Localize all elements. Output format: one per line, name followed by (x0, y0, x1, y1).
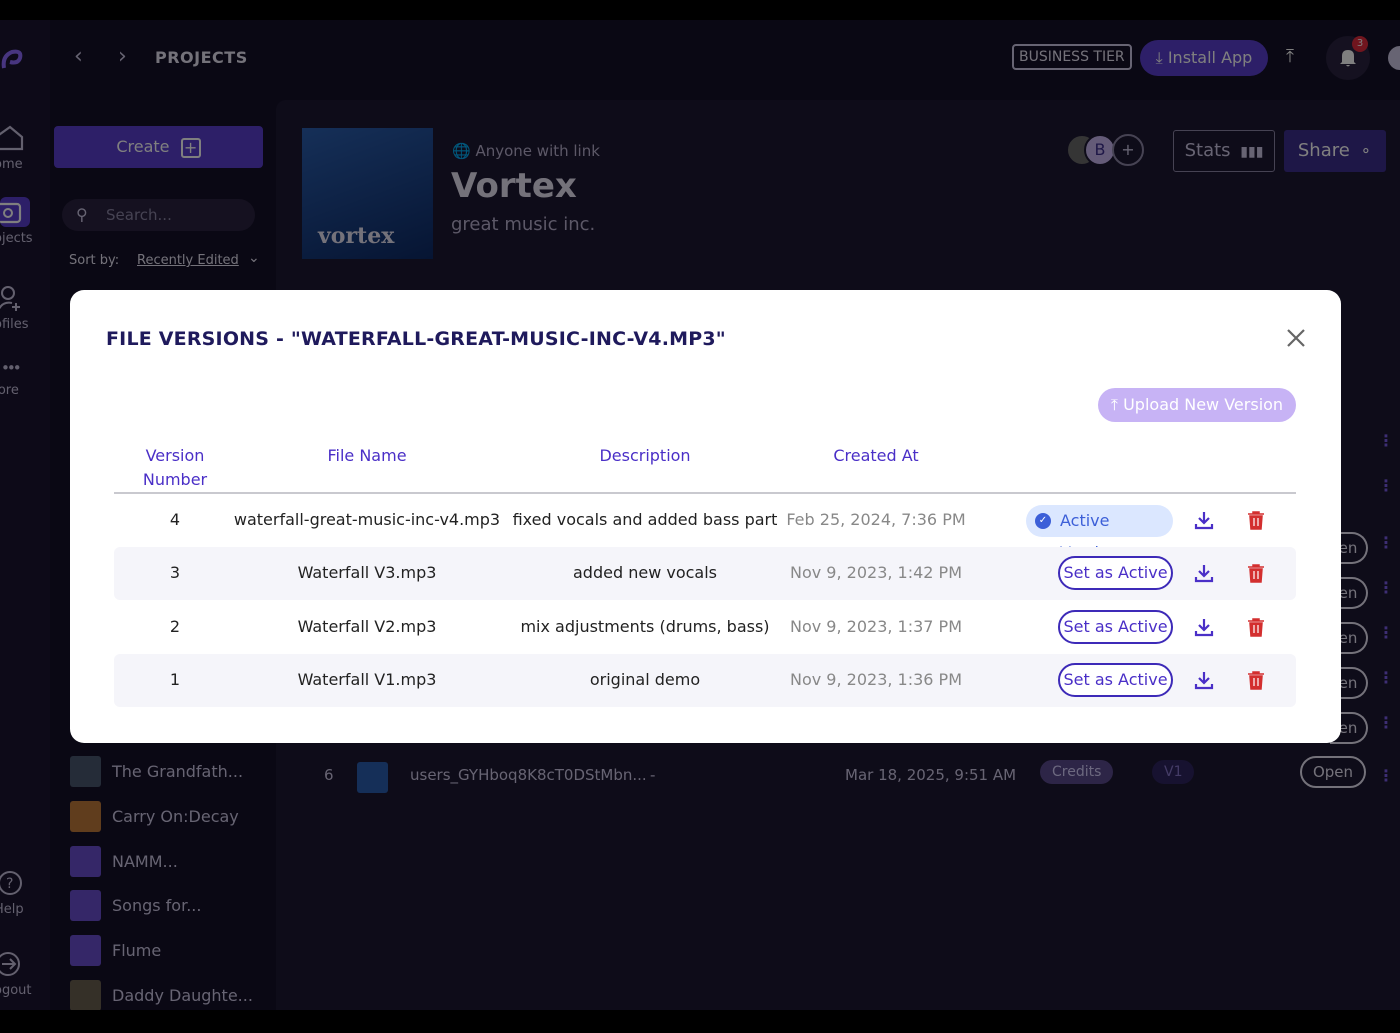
file-name: Waterfall V1.mp3 (297, 670, 437, 689)
column-header-created-at: Created At (833, 446, 919, 465)
header-text: Version (145, 446, 205, 465)
created-at: Nov 9, 2023, 1:42 PM (789, 563, 963, 582)
set-as-active-button[interactable]: Set as Active (1058, 610, 1173, 644)
version-number: 2 (169, 617, 181, 636)
download-icon[interactable] (1194, 563, 1214, 583)
set-as-active-button[interactable]: Set as Active (1058, 663, 1173, 697)
trash-icon[interactable] (1247, 617, 1265, 637)
table-row: 2 Waterfall V2.mp3 mix adjustments (drum… (114, 601, 1296, 654)
upload-new-version-button[interactable]: ⤒ Upload New Version (1098, 388, 1296, 422)
file-name: Waterfall V3.mp3 (297, 563, 437, 582)
trash-icon[interactable] (1247, 510, 1265, 530)
created-at: Feb 25, 2024, 7:36 PM (786, 510, 966, 529)
download-icon[interactable] (1194, 617, 1214, 637)
file-name: Waterfall V2.mp3 (297, 617, 437, 636)
file-name: waterfall-great-music-inc-v4.mp3 (233, 510, 501, 529)
modal-title: FILE VERSIONS - "WATERFALL-GREAT-MUSIC-I… (106, 328, 726, 350)
trash-icon[interactable] (1247, 670, 1265, 690)
trash-icon[interactable] (1247, 563, 1265, 583)
column-header-description: Description (599, 446, 691, 465)
column-header-version: Version Number (114, 444, 236, 492)
header-text: Number (142, 470, 208, 489)
active-version-badge: ✓ Active Version (1026, 505, 1173, 562)
table-row: 4 waterfall-great-music-inc-v4.mp3 fixed… (114, 494, 1296, 562)
table-row: 1 Waterfall V1.mp3 original demo Nov 9, … (114, 654, 1296, 707)
check-circle-icon: ✓ (1035, 513, 1051, 529)
file-description: fixed vocals and added bass part (512, 510, 778, 529)
upload-new-version-label: Upload New Version (1123, 395, 1284, 414)
file-versions-modal: FILE VERSIONS - "WATERFALL-GREAT-MUSIC-I… (70, 290, 1341, 743)
version-number: 1 (169, 670, 181, 689)
file-description: added new vocals (573, 563, 717, 582)
download-icon[interactable] (1194, 670, 1214, 690)
created-at: Nov 9, 2023, 1:36 PM (789, 670, 963, 689)
column-header-file-name: File Name (327, 446, 407, 465)
version-number: 4 (169, 510, 181, 529)
set-as-active-button[interactable]: Set as Active (1058, 556, 1173, 590)
created-at: Nov 9, 2023, 1:37 PM (789, 617, 963, 636)
version-number: 3 (169, 563, 181, 582)
file-description: original demo (589, 670, 701, 689)
file-description: mix adjustments (drums, bass) (520, 617, 770, 636)
close-icon[interactable] (1282, 324, 1310, 352)
download-icon[interactable] (1194, 510, 1214, 530)
upload-icon: ⤒ (1110, 395, 1118, 414)
table-row: 3 Waterfall V3.mp3 added new vocals Nov … (114, 547, 1296, 600)
